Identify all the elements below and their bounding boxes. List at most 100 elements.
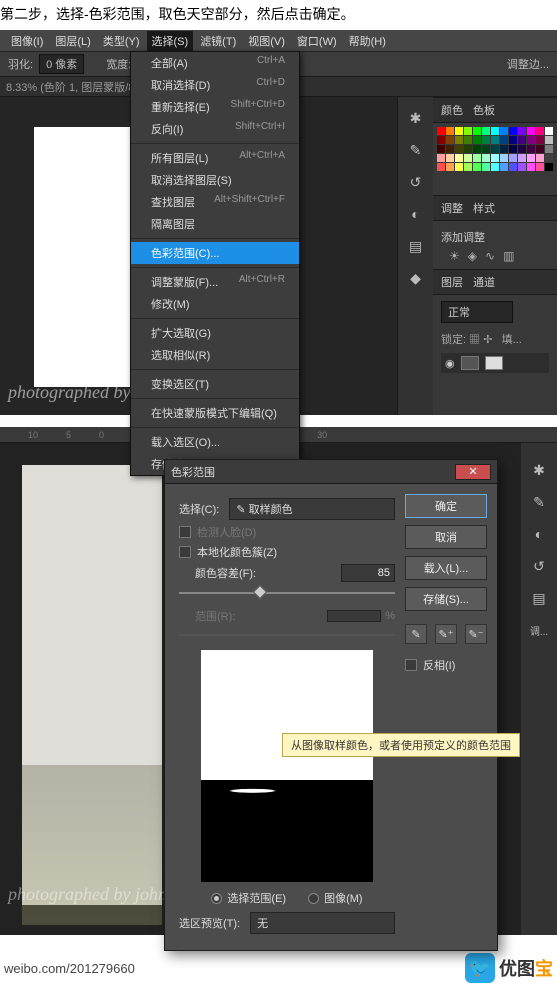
menu-item[interactable]: 重新选择(E)Shift+Ctrl+D bbox=[131, 96, 299, 118]
brush-icon[interactable]: ✎ bbox=[530, 493, 548, 511]
history-icon[interactable]: ↺ bbox=[407, 173, 425, 191]
levels-icon[interactable]: ◈ bbox=[468, 249, 477, 263]
swatch[interactable] bbox=[455, 154, 463, 162]
exposure-icon[interactable]: ▥ bbox=[503, 249, 514, 263]
document-tab[interactable]: 8.33% (色阶 1, 图层蒙版/8) * bbox=[6, 79, 145, 95]
swatch[interactable] bbox=[473, 163, 481, 171]
swatch[interactable] bbox=[536, 145, 544, 153]
swatch[interactable] bbox=[455, 136, 463, 144]
radio-image[interactable] bbox=[308, 893, 319, 904]
lock-pixels-icon[interactable]: ▦ bbox=[469, 334, 480, 346]
swatch[interactable] bbox=[482, 136, 490, 144]
swatch[interactable] bbox=[536, 163, 544, 171]
swatch[interactable] bbox=[464, 163, 472, 171]
adjustment-icon[interactable]: ◐ bbox=[407, 205, 425, 223]
invert-checkbox[interactable] bbox=[405, 659, 417, 671]
swatch[interactable] bbox=[518, 163, 526, 171]
swatch[interactable] bbox=[545, 163, 553, 171]
fuzziness-value[interactable]: 85 bbox=[341, 564, 395, 582]
swatch[interactable] bbox=[455, 163, 463, 171]
feather-value[interactable]: 0 像素 bbox=[39, 54, 84, 74]
swatch[interactable] bbox=[545, 145, 553, 153]
swatch[interactable] bbox=[491, 163, 499, 171]
swatch[interactable] bbox=[491, 154, 499, 162]
swatch[interactable] bbox=[482, 154, 490, 162]
menu-item[interactable]: 调整蒙版(F)...Alt+Ctrl+R bbox=[131, 271, 299, 293]
menu-item[interactable]: 扩大选取(G) bbox=[131, 322, 299, 344]
menu-item[interactable]: 反向(I)Shift+Ctrl+I bbox=[131, 118, 299, 140]
swatch[interactable] bbox=[473, 136, 481, 144]
swatch[interactable] bbox=[473, 127, 481, 135]
swatch[interactable] bbox=[545, 154, 553, 162]
swatch[interactable] bbox=[527, 136, 535, 144]
menu-item[interactable]: 选取相似(R) bbox=[131, 344, 299, 366]
menu-item[interactable]: 修改(M) bbox=[131, 293, 299, 315]
styles-tab[interactable]: 样式 bbox=[473, 200, 495, 216]
swatch[interactable] bbox=[473, 145, 481, 153]
swatch[interactable] bbox=[500, 127, 508, 135]
swatch[interactable] bbox=[509, 145, 517, 153]
eyedropper-plus-icon[interactable]: ✎⁺ bbox=[435, 624, 457, 644]
colors-tab[interactable]: 颜色 bbox=[441, 102, 463, 118]
swatch[interactable] bbox=[509, 136, 517, 144]
menu-item[interactable]: 查找图层Alt+Shift+Ctrl+F bbox=[131, 191, 299, 213]
swatch[interactable] bbox=[437, 127, 445, 135]
swatch[interactable] bbox=[455, 145, 463, 153]
swatch[interactable] bbox=[536, 154, 544, 162]
menu-item[interactable]: 变换选区(T) bbox=[131, 373, 299, 395]
menu-item[interactable]: 在快速蒙版模式下编辑(Q) bbox=[131, 402, 299, 424]
swatch[interactable] bbox=[518, 154, 526, 162]
swatch[interactable] bbox=[545, 136, 553, 144]
menu-item[interactable]: 选择(S) bbox=[147, 31, 194, 51]
refine-edge-button[interactable]: 调整边... bbox=[507, 56, 549, 72]
eyedropper-minus-icon[interactable]: ✎⁻ bbox=[465, 624, 487, 644]
weibo-link[interactable]: weibo.com/201279660 bbox=[4, 961, 135, 976]
swatch[interactable] bbox=[518, 127, 526, 135]
swatch[interactable] bbox=[446, 154, 454, 162]
swatches-tab[interactable]: 色板 bbox=[473, 102, 495, 118]
select-combo[interactable]: ✎ 取样颜色 bbox=[229, 498, 395, 520]
swatch[interactable] bbox=[482, 127, 490, 135]
adjustments-tab[interactable]: 调整 bbox=[441, 200, 463, 216]
swatches-icon[interactable]: ✱ bbox=[530, 461, 548, 479]
swatch[interactable] bbox=[446, 127, 454, 135]
swatches-icon[interactable]: ✱ bbox=[407, 109, 425, 127]
load-button[interactable]: 载入(L)... bbox=[405, 556, 487, 580]
swatch[interactable] bbox=[536, 127, 544, 135]
lock-position-icon[interactable]: ✢ bbox=[483, 334, 492, 346]
selection-preview[interactable] bbox=[201, 650, 373, 882]
blend-mode-select[interactable]: 正常 bbox=[441, 301, 513, 323]
close-icon[interactable]: ✕ bbox=[455, 464, 491, 480]
menu-item[interactable]: 图层(L) bbox=[50, 31, 95, 51]
swatch[interactable] bbox=[437, 154, 445, 162]
swatches-panel[interactable] bbox=[433, 123, 557, 195]
swatch[interactable] bbox=[464, 127, 472, 135]
fuzziness-slider[interactable] bbox=[179, 586, 395, 600]
swatch[interactable] bbox=[527, 154, 535, 162]
swatch[interactable] bbox=[446, 145, 454, 153]
swatch[interactable] bbox=[536, 136, 544, 144]
swatch[interactable] bbox=[437, 163, 445, 171]
history-icon[interactable]: ↺ bbox=[530, 557, 548, 575]
radio-selection[interactable] bbox=[211, 893, 222, 904]
swatch[interactable] bbox=[464, 154, 472, 162]
swatch[interactable] bbox=[500, 145, 508, 153]
channels-tab[interactable]: 通道 bbox=[473, 274, 495, 290]
adjustment-icon[interactable]: ◐ bbox=[530, 525, 548, 543]
swatch[interactable] bbox=[473, 154, 481, 162]
swatch[interactable] bbox=[437, 136, 445, 144]
swatch[interactable] bbox=[491, 145, 499, 153]
brightness-icon[interactable]: ☀ bbox=[449, 249, 460, 263]
curves-icon[interactable]: ∿ bbox=[485, 249, 495, 263]
swatch[interactable] bbox=[500, 136, 508, 144]
localized-checkbox[interactable] bbox=[179, 546, 191, 558]
brush-icon[interactable]: ✎ bbox=[407, 141, 425, 159]
swatch[interactable] bbox=[527, 145, 535, 153]
swatch[interactable] bbox=[446, 163, 454, 171]
swatch[interactable] bbox=[482, 163, 490, 171]
swatch[interactable] bbox=[455, 127, 463, 135]
selection-preview-combo[interactable]: 无 bbox=[250, 912, 395, 934]
swatch[interactable] bbox=[464, 136, 472, 144]
menu-item[interactable]: 视图(V) bbox=[243, 31, 290, 51]
swatch[interactable] bbox=[545, 127, 553, 135]
